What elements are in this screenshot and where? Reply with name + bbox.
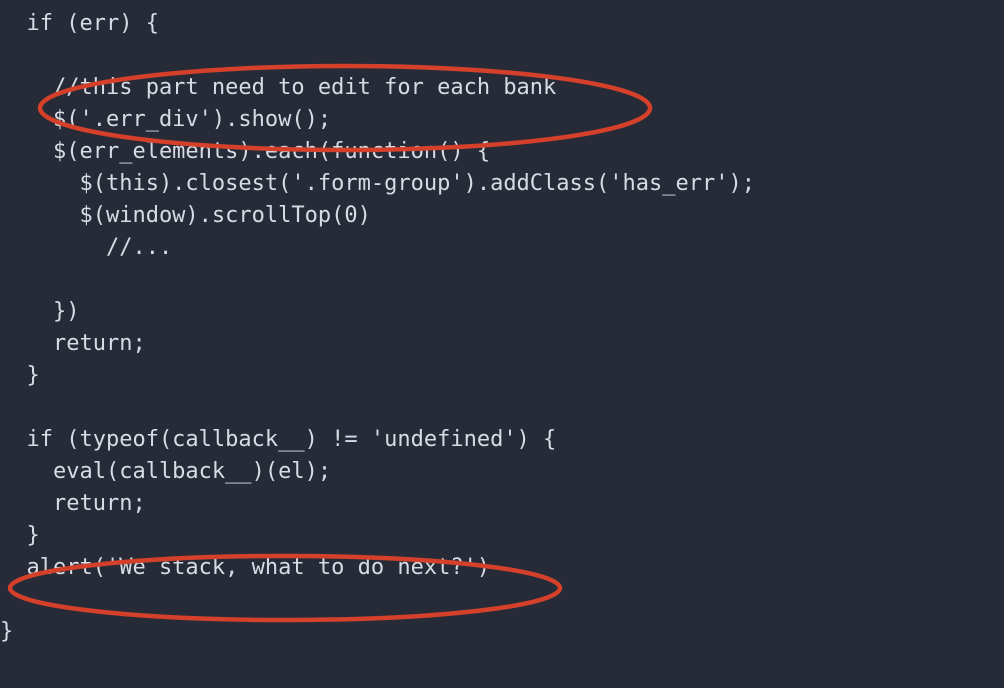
code-line: $(err_elements).each(function() { [0, 139, 490, 164]
code-line: } [0, 523, 40, 548]
code-line: if (err) { [0, 11, 159, 36]
code-line: }) [0, 299, 79, 324]
code-line: alert('We stack, what to do next?') [0, 555, 490, 580]
code-line: return; [0, 491, 146, 516]
code-line: if (typeof(callback__) != 'undefined') { [0, 427, 556, 452]
code-line: //this part need to edit for each bank [0, 75, 556, 100]
code-block: if (err) { //this part need to edit for … [0, 0, 1004, 648]
code-line: $(this).closest('.form-group').addClass(… [0, 171, 755, 196]
code-line: } [0, 619, 13, 644]
code-line: } [0, 363, 40, 388]
code-line: //... [0, 235, 172, 260]
code-line: $('.err_div').show(); [0, 107, 331, 132]
code-line: eval(callback__)(el); [0, 459, 331, 484]
code-line: return; [0, 331, 146, 356]
code-line: $(window).scrollTop(0) [0, 203, 371, 228]
